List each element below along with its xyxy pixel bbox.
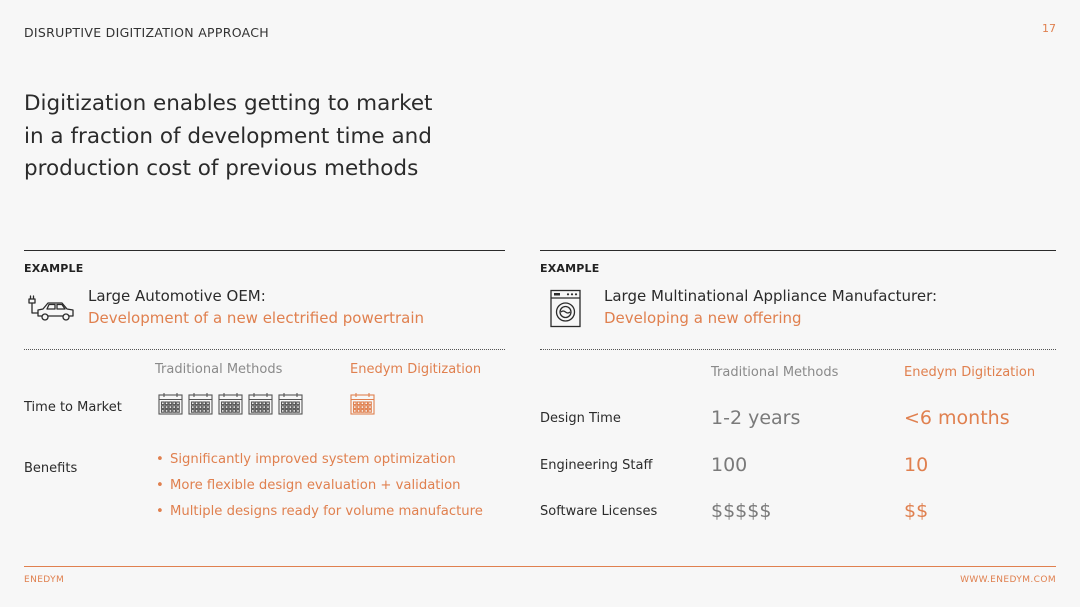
- row-label-design-time: Design Time: [540, 411, 621, 426]
- case-text: Large Automotive OEM: Development of a n…: [88, 285, 424, 329]
- example-label: EXAMPLE: [540, 262, 600, 275]
- panel-top-rule: [24, 250, 505, 251]
- example-panel-automotive: EXAMPLE Large Automotive OEM: Developmen…: [24, 250, 505, 550]
- case-subtitle: Development of a new electrified powertr…: [88, 309, 425, 327]
- row-label-benefits: Benefits: [24, 461, 78, 476]
- footer-brand: ENEDYM: [24, 575, 65, 585]
- headline: Digitization enables getting to market i…: [24, 88, 494, 186]
- panel-top-rule: [540, 250, 1056, 251]
- dotted-divider: [540, 349, 1056, 350]
- case-header: Large Multinational Appliance Manufactur…: [540, 285, 1056, 345]
- page-number: 17: [1042, 22, 1056, 35]
- calendar-icon: [218, 393, 243, 415]
- electric-car-icon: [28, 295, 74, 321]
- example-label: EXAMPLE: [24, 262, 84, 275]
- calendar-icon: [188, 393, 213, 415]
- benefits-list: Significantly improved system optimizati…: [156, 447, 483, 525]
- value-traditional-engineering-staff: 100: [711, 454, 748, 476]
- value-enedym-design-time: <6 months: [904, 407, 1010, 429]
- calendar-icon: [278, 393, 303, 415]
- case-subtitle: Developing a new offering: [604, 309, 802, 327]
- column-header-enedym: Enedym Digitization: [350, 362, 482, 377]
- benefit-item: Significantly improved system optimizati…: [156, 447, 483, 473]
- value-enedym-engineering-staff: 10: [904, 454, 929, 476]
- footer-rule: [24, 566, 1056, 567]
- value-traditional-software-licenses: $$$$$: [711, 500, 772, 522]
- example-panel-appliance: EXAMPLE Large Multinational Appliance Ma…: [540, 250, 1056, 550]
- calendar-icon: [350, 393, 375, 415]
- calendar-group-traditional: [158, 392, 303, 415]
- case-text: Large Multinational Appliance Manufactur…: [604, 285, 937, 329]
- value-traditional-design-time: 1-2 years: [711, 407, 801, 429]
- case-title: Large Multinational Appliance Manufactur…: [604, 287, 938, 305]
- calendar-icon: [248, 393, 273, 415]
- section-title: DISRUPTIVE DIGITIZATION APPROACH: [24, 25, 269, 40]
- washing-machine-icon: [550, 289, 581, 328]
- column-header-traditional: Traditional Methods: [155, 362, 283, 377]
- case-header: Large Automotive OEM: Development of a n…: [24, 285, 505, 345]
- calendar-icon: [158, 393, 183, 415]
- row-label-software-licenses: Software Licenses: [540, 504, 658, 519]
- row-label-engineering-staff: Engineering Staff: [540, 458, 653, 473]
- calendar-group-enedym: [350, 392, 375, 415]
- column-header-enedym: Enedym Digitization: [904, 365, 1036, 380]
- column-header-traditional: Traditional Methods: [711, 365, 839, 380]
- row-label-time-to-market: Time to Market: [24, 400, 122, 415]
- case-title: Large Automotive OEM:: [88, 287, 266, 305]
- benefit-item: More flexible design evaluation + valida…: [156, 473, 483, 499]
- dotted-divider: [24, 349, 505, 350]
- benefit-item: Multiple designs ready for volume manufa…: [156, 499, 483, 525]
- value-enedym-software-licenses: $$: [904, 500, 929, 522]
- footer-website: WWW.ENEDYM.COM: [960, 575, 1056, 585]
- headline-line: production cost of previous methods: [24, 156, 419, 181]
- headline-line: in a fraction of development time and: [24, 123, 432, 149]
- headline-line: Digitization enables getting to market: [24, 91, 433, 116]
